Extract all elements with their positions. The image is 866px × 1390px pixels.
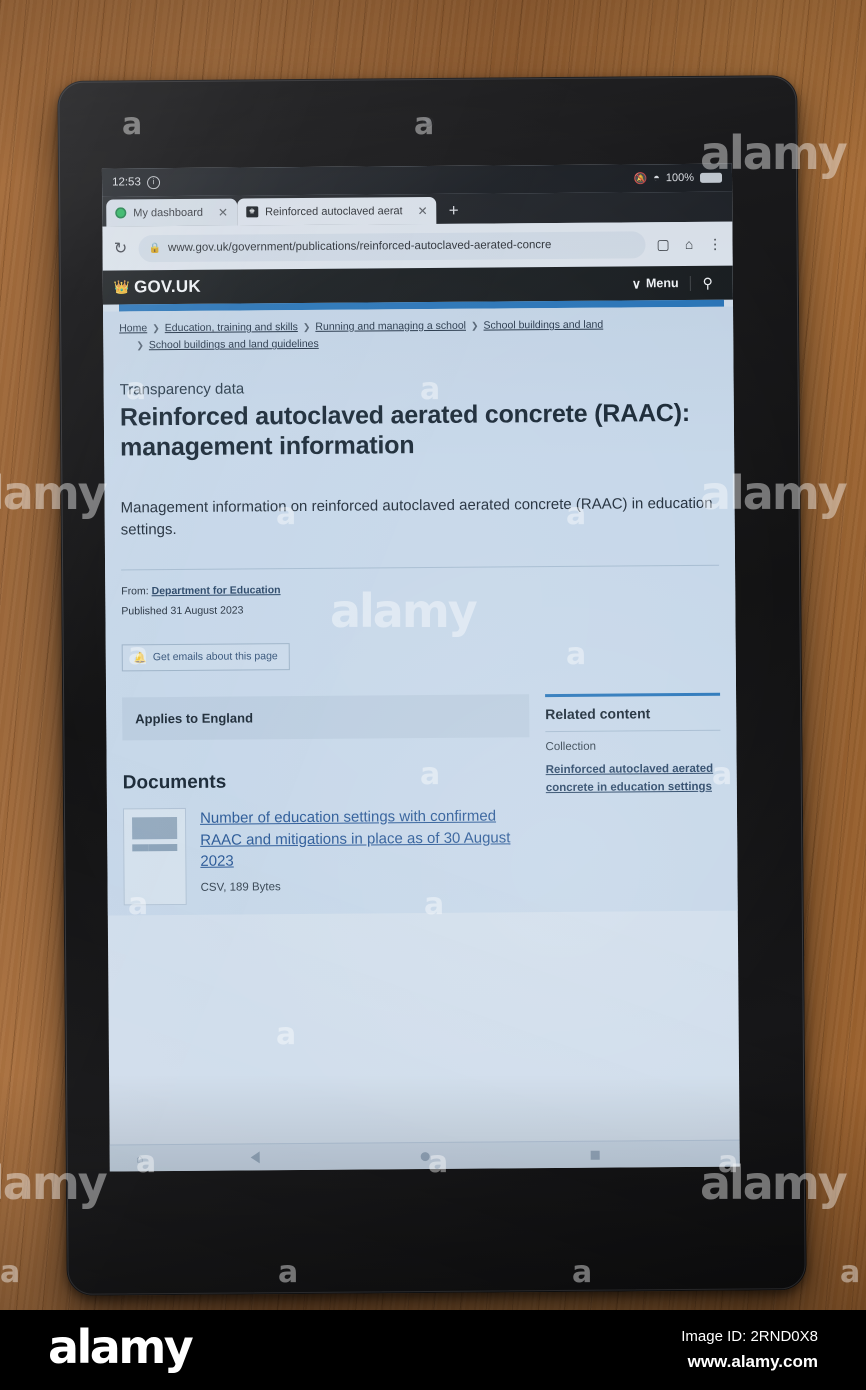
- alamy-footer-bar: alamy Image ID: 2RND0X8 www.alamy.com: [0, 1310, 866, 1390]
- photo-vignette: [0, 0, 866, 1310]
- image-id-label: Image ID: 2RND0X8: [681, 1328, 818, 1345]
- alamy-logo: alamy: [48, 1320, 194, 1374]
- alamy-url: www.alamy.com: [687, 1352, 818, 1371]
- stock-photo: 12:53 i 🔕 ◓ 100% My dashboard ✕: [0, 0, 866, 1310]
